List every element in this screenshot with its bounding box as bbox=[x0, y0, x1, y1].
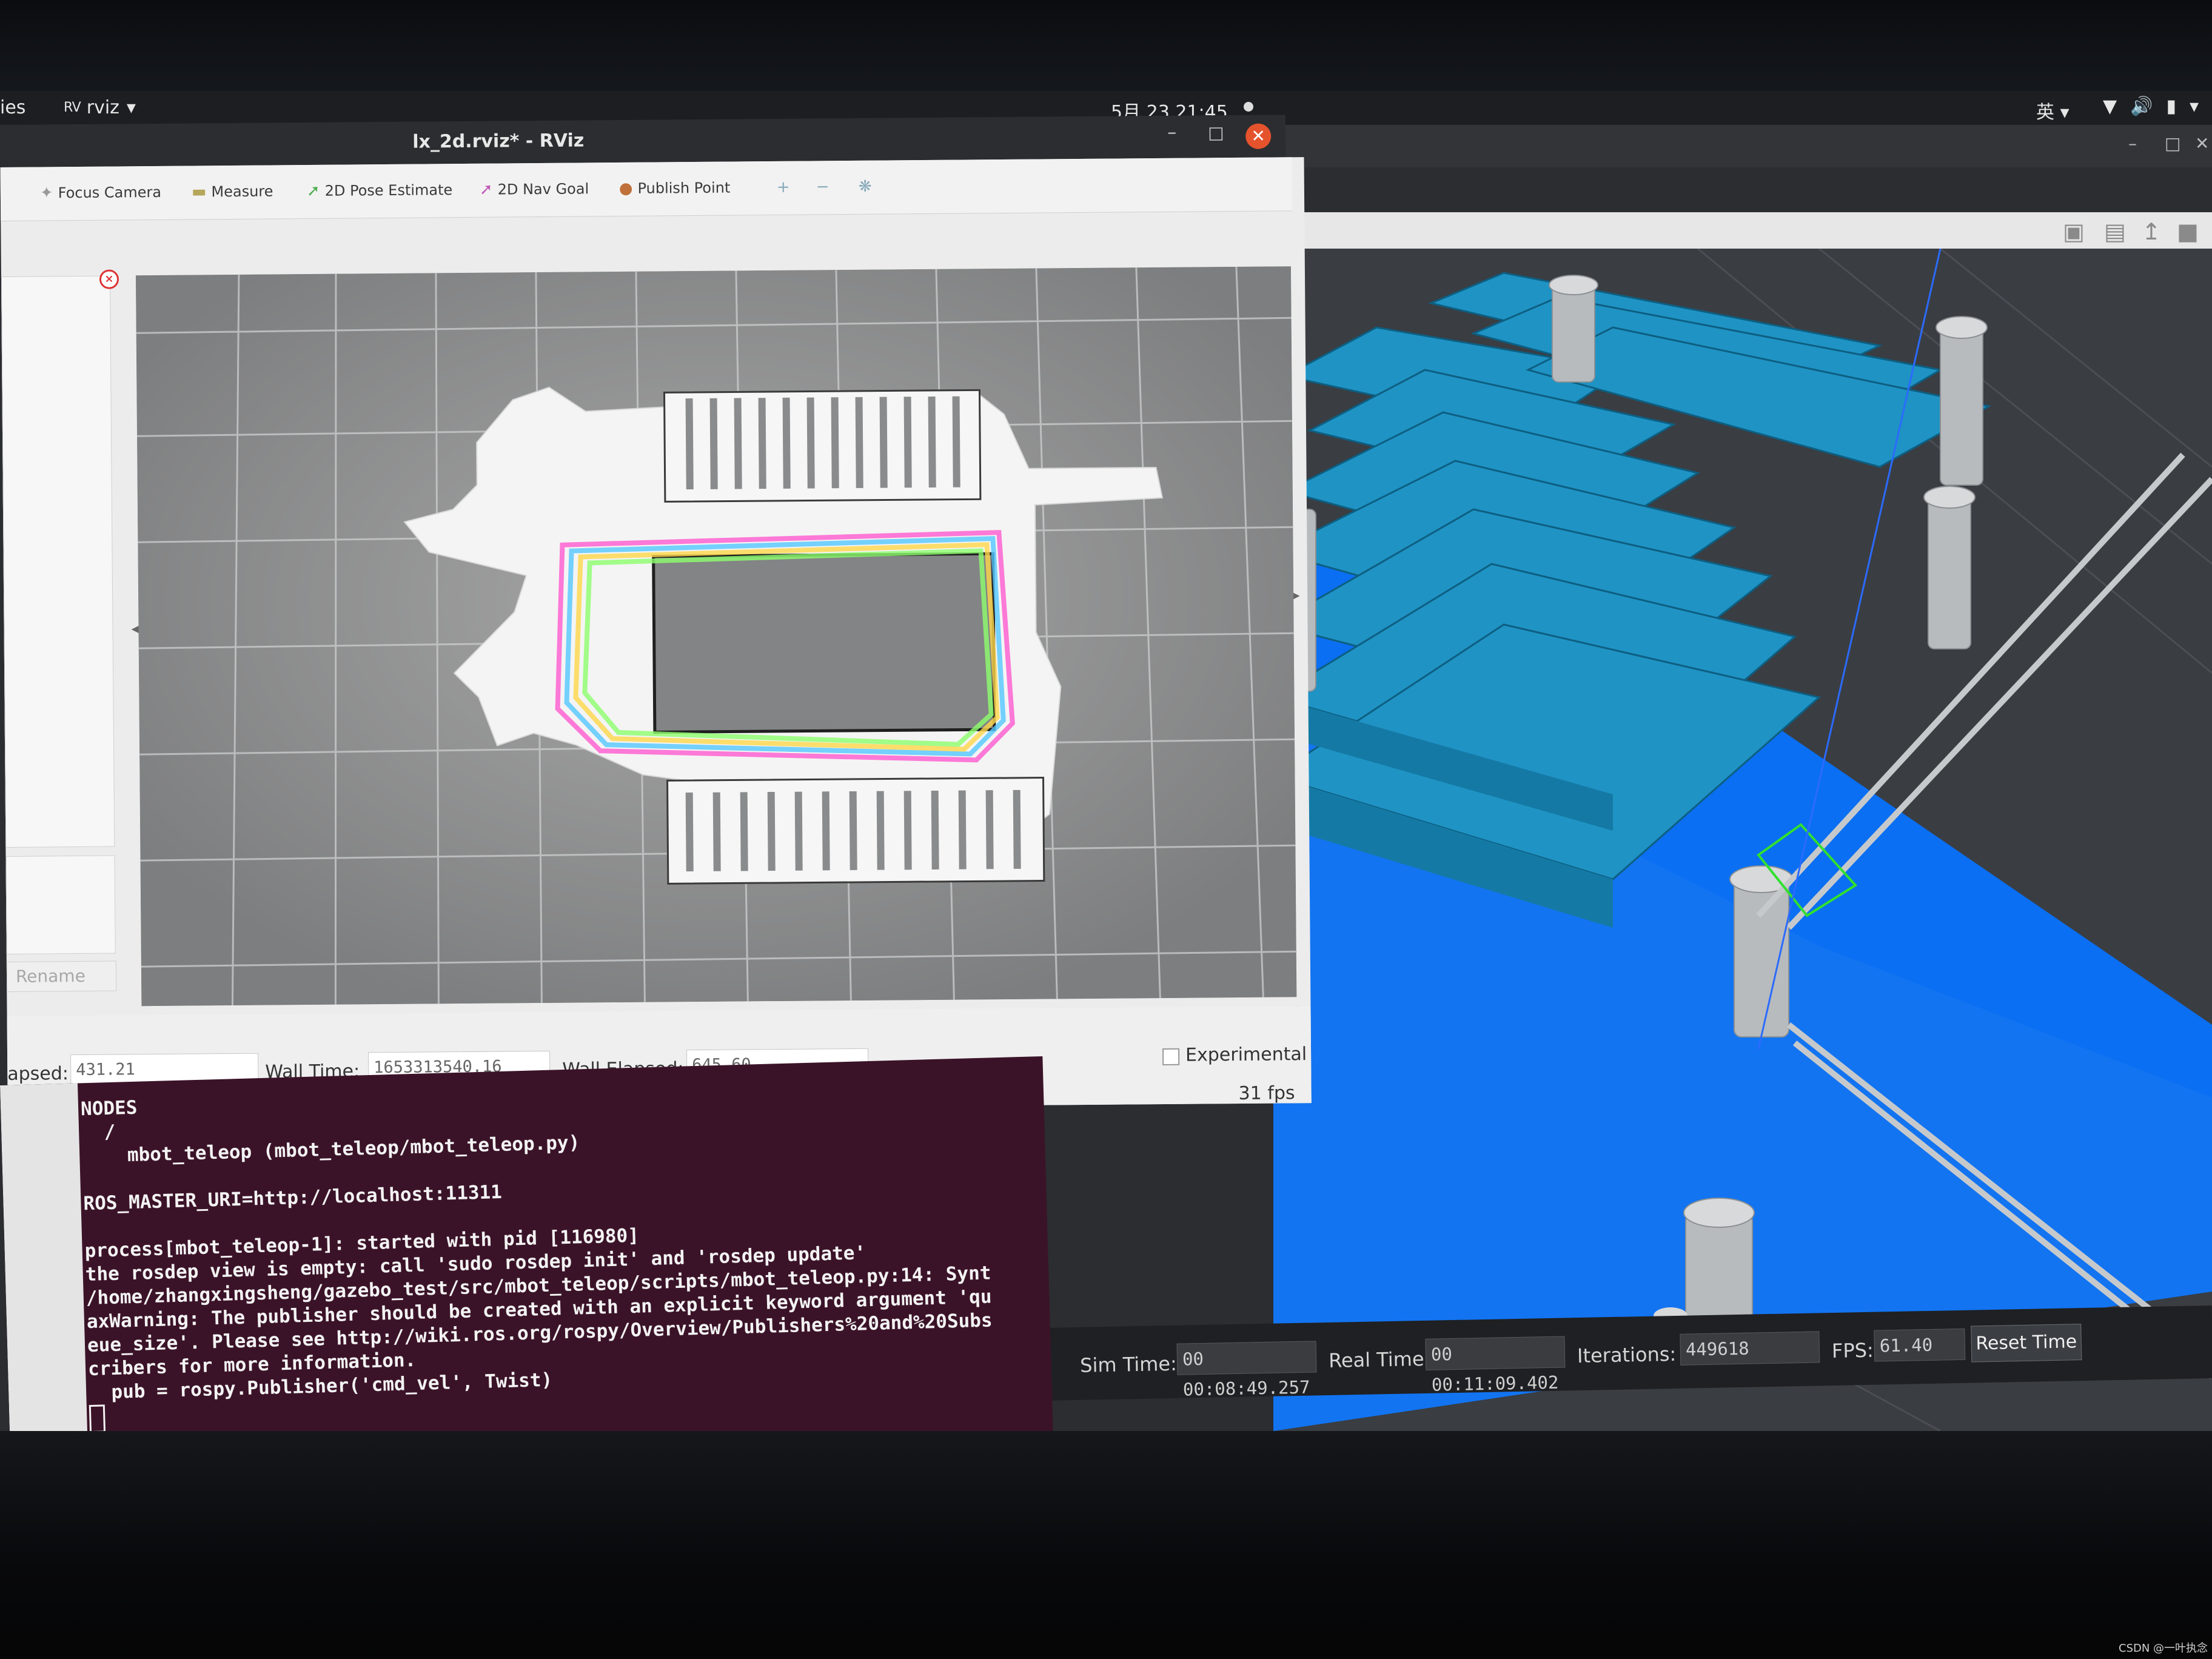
gazebo-scene bbox=[1273, 249, 2212, 1431]
app-menu[interactable]: R V rviz ▾ bbox=[64, 97, 136, 118]
fps-field: 61.40 bbox=[1874, 1328, 1966, 1362]
displays-list[interactable] bbox=[1, 275, 115, 848]
input-method-indicator[interactable]: 英 ▾ bbox=[2036, 97, 2070, 124]
gazebo-3d-view[interactable] bbox=[1273, 249, 2212, 1431]
rviz-fps-label: 31 fps bbox=[1238, 1082, 1295, 1105]
terminal-line: ROS_MASTER_URI=http://localhost:11311 bbox=[83, 1181, 503, 1215]
gazebo-toolbar: ▣ ▤ ↥ ■ bbox=[1273, 212, 2212, 249]
chevron-down-icon: ▾ bbox=[126, 97, 136, 118]
input-method-label: 英 bbox=[2036, 102, 2054, 123]
iterations-label: Iterations: bbox=[1577, 1342, 1677, 1368]
minimize-icon[interactable]: – bbox=[1167, 122, 1176, 143]
pose-estimate-icon: ➚ bbox=[306, 181, 320, 201]
nav-goal-label: 2D Nav Goal bbox=[497, 180, 589, 198]
plus-icon: + bbox=[776, 178, 790, 196]
real-time-field: 00 00:11:09.402 bbox=[1425, 1336, 1566, 1395]
record-icon[interactable]: ▤ bbox=[2104, 218, 2126, 245]
maximize-icon[interactable]: □ bbox=[1208, 122, 1224, 142]
chevron-down-icon: ▾ bbox=[2189, 96, 2199, 117]
volume-icon: 🔊 bbox=[2130, 96, 2153, 117]
displays-properties[interactable] bbox=[5, 855, 116, 954]
experimental-label: Experimental bbox=[1185, 1044, 1307, 1066]
camera-icon[interactable]: ▣ bbox=[2063, 218, 2085, 245]
publish-point-label: Publish Point bbox=[637, 179, 731, 197]
close-icon[interactable]: ✕ bbox=[2195, 133, 2209, 153]
terminal-output: NODES / mbot_teleop (mbot_teleop/mbot_te… bbox=[81, 1073, 995, 1433]
close-panel-icon[interactable]: × bbox=[99, 269, 119, 289]
minimize-icon[interactable]: – bbox=[2128, 133, 2137, 153]
app-menu-label: rviz bbox=[86, 97, 119, 118]
battery-icon: ▮ bbox=[2166, 96, 2176, 117]
nav-goal-button[interactable]: ➚ 2D Nav Goal bbox=[480, 179, 589, 198]
real-time-label: Real Time: bbox=[1328, 1347, 1431, 1372]
watermark: CSDN @一叶执念 bbox=[2119, 1642, 2208, 1655]
tool-properties-button[interactable]: ❋ bbox=[859, 178, 872, 196]
sim-time-label: Sim Time: bbox=[1079, 1352, 1178, 1377]
window-title: lx_2d.rviz* - RViz bbox=[412, 130, 585, 153]
activities-button[interactable]: ies bbox=[0, 97, 25, 118]
terminal-window[interactable]: NODES / mbot_teleop (mbot_teleop/mbot_te… bbox=[0, 1056, 1056, 1443]
gear-icon: ❋ bbox=[858, 177, 872, 196]
minus-icon: − bbox=[816, 178, 830, 196]
monitor-bezel-top bbox=[0, 0, 2212, 91]
sim-time-field: 00 00:08:49.257 bbox=[1176, 1341, 1317, 1400]
terminal-line: / bbox=[81, 1121, 116, 1144]
plot-icon[interactable]: ↥ bbox=[2142, 218, 2161, 245]
publish-point-button[interactable]: ● Publish Point bbox=[619, 179, 731, 198]
rviz-window: lx_2d.rviz* - RViz – □ ✕ ✦ Focus Camera … bbox=[0, 115, 1324, 1113]
ros-elapsed-label: apsed: bbox=[7, 1063, 69, 1085]
focus-camera-button[interactable]: ✦ Focus Camera bbox=[40, 183, 161, 203]
terminal-side-margin bbox=[0, 1083, 91, 1443]
rviz-toolbar: ✦ Focus Camera ▬ Measure ➚ 2D Pose Estim… bbox=[0, 157, 1293, 221]
measure-label: Measure bbox=[211, 183, 273, 201]
desktop-screen: ies R V rviz ▾ 5月 23 21:45 英 ▾ ▼ 🔊 ▮ ▾ –… bbox=[0, 91, 2212, 1443]
focus-camera-label: Focus Camera bbox=[58, 183, 162, 202]
experimental-checkbox[interactable] bbox=[1162, 1048, 1180, 1065]
monitor-bezel-bottom bbox=[0, 1431, 2212, 1659]
nav-goal-icon: ➚ bbox=[479, 180, 493, 199]
gazebo-titlebar[interactable]: – □ ✕ bbox=[1273, 125, 2212, 167]
rename-button[interactable]: Rename bbox=[6, 960, 117, 992]
displays-panel: × Rename bbox=[1, 269, 129, 1095]
occupancy-map bbox=[135, 266, 1297, 1007]
publish-point-icon: ● bbox=[618, 179, 633, 198]
terminal-cursor bbox=[89, 1404, 106, 1433]
system-tray[interactable]: ▼ 🔊 ▮ ▾ bbox=[2103, 96, 2199, 117]
terminal-line: mbot_teleop (mbot_teleop/mbot_teleop.py) bbox=[81, 1131, 580, 1168]
measure-icon: ▬ bbox=[191, 183, 207, 201]
pose-estimate-button[interactable]: ➚ 2D Pose Estimate bbox=[307, 181, 453, 200]
rviz-app-icon: R V bbox=[64, 100, 81, 115]
reset-time-button[interactable]: Reset Time bbox=[1971, 1324, 2082, 1362]
add-tool-button[interactable]: + bbox=[777, 178, 790, 196]
rviz-map-view[interactable] bbox=[135, 266, 1297, 1007]
fps-label: FPS: bbox=[1831, 1338, 1874, 1363]
terminal-line: NODES bbox=[80, 1096, 138, 1121]
focus-camera-icon: ✦ bbox=[39, 184, 53, 203]
notification-dot-icon bbox=[1243, 102, 1253, 112]
restore-icon[interactable]: □ bbox=[2165, 133, 2180, 153]
remove-tool-button[interactable]: − bbox=[816, 178, 830, 196]
wifi-icon: ▼ bbox=[2103, 96, 2117, 117]
measure-button[interactable]: ▬ Measure bbox=[192, 182, 273, 201]
close-button[interactable]: ✕ bbox=[1245, 123, 1272, 149]
video-icon[interactable]: ■ bbox=[2177, 218, 2199, 245]
pose-estimate-label: 2D Pose Estimate bbox=[324, 181, 453, 199]
iterations-field: 449618 bbox=[1680, 1331, 1820, 1366]
